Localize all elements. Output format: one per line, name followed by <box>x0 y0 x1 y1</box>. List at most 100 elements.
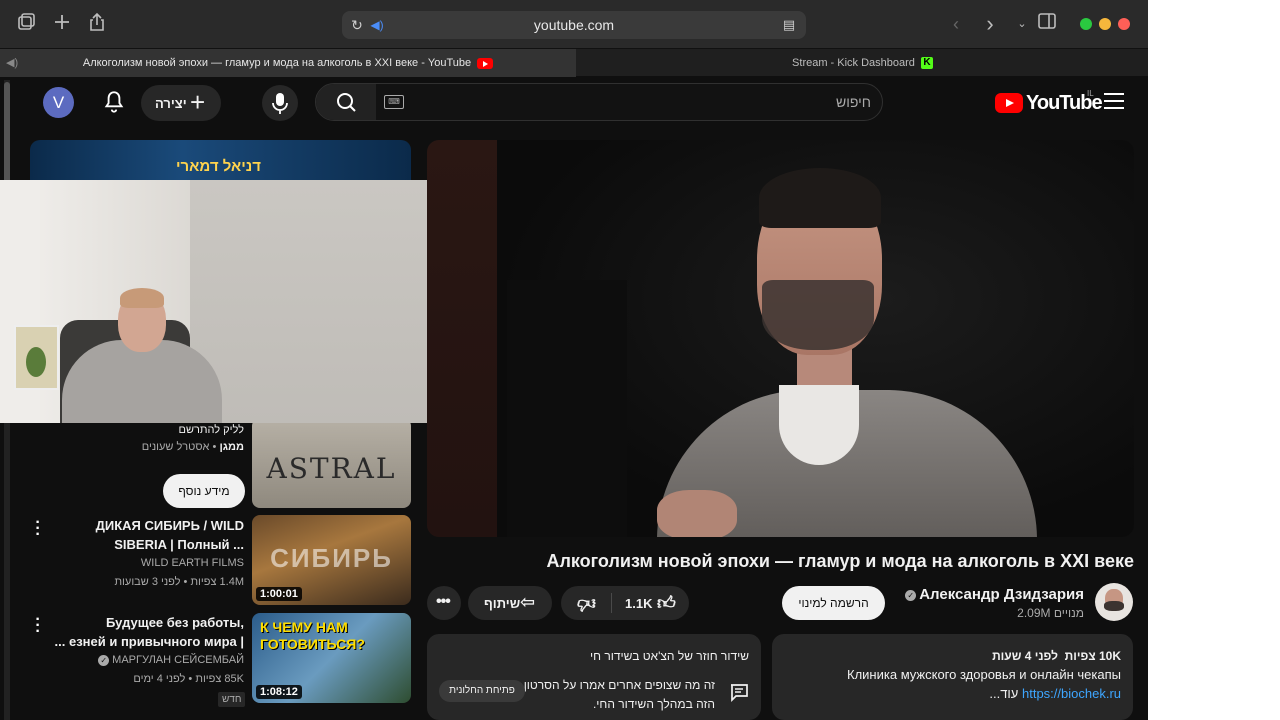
description-age: לפני 4 שעות <box>992 649 1058 663</box>
item-2-duration: 1:08:12 <box>256 685 302 699</box>
menu-icon[interactable] <box>1104 93 1124 111</box>
channel-subscribers: 2.09M מנויים <box>1017 606 1084 620</box>
description-text: Клиника мужского здоровья и онлайн чекап… <box>847 667 1121 682</box>
browser-toolbar: ↻ ◀) youtube.com ▤ ‹ › ⌄ <box>0 0 1148 48</box>
keyboard-icon[interactable]: ⌨ <box>384 95 404 109</box>
chat-replay-title: שידור חוזר של הצ'אט בשידור חי <box>590 649 749 663</box>
item-2-title-line1[interactable]: Будущее без работы, <box>45 613 244 632</box>
plus-icon: + <box>190 87 206 117</box>
speaker-icon[interactable]: ◀) <box>6 49 18 77</box>
subscribe-button[interactable]: הרשמה למינוי <box>782 586 885 620</box>
tab-overview-icon[interactable] <box>14 12 38 36</box>
search-icon <box>337 93 356 112</box>
tab-title: Stream - Kick Dashboard <box>792 57 915 69</box>
description-views: 10K צפיות <box>1064 649 1121 663</box>
item-menu-icon[interactable]: · · · <box>33 515 43 543</box>
address-text: youtube.com <box>533 17 615 33</box>
chat-replay-panel: שידור חוזר של הצ'אט בשידור חי זה מה שצופ… <box>427 634 761 720</box>
video-title: Алкоголизм новой эпохи — гламур и мода н… <box>546 551 1134 571</box>
sidebar-toggle-icon[interactable] <box>1035 12 1059 36</box>
desktop-background <box>1148 0 1280 720</box>
item-2-age: לפני 4 ימים <box>133 673 186 685</box>
description-more[interactable]: ...עוד <box>989 686 1018 701</box>
browser-window: ↻ ◀) youtube.com ▤ ‹ › ⌄ ◀) Алкоголизм н… <box>0 0 1148 720</box>
verified-icon: ✓ <box>905 589 917 601</box>
search-box: ⌨ <box>315 83 883 121</box>
voice-search-button[interactable] <box>262 85 298 121</box>
tab-kick[interactable]: Stream - Kick Dashboard K <box>577 49 1148 77</box>
item-2-title-line2[interactable]: ... езней и привычного мира | <box>45 632 244 651</box>
share-page-icon[interactable] <box>85 12 109 36</box>
ad-thumb-text: ASTRAL <box>266 452 397 485</box>
logo-region: IL <box>1087 89 1094 98</box>
item-menu-icon[interactable]: · · · <box>33 612 43 640</box>
ad-thumbnail[interactable]: ASTRAL <box>252 418 411 508</box>
webcam-overlay <box>0 180 431 423</box>
webcam-poster <box>14 325 59 390</box>
item-1-views: 1.4M צפיות <box>190 576 244 588</box>
item-2-channel[interactable]: ✓ МАРГУЛАН СЕЙСЕМБАЙ <box>45 654 244 666</box>
account-avatar[interactable]: V <box>43 87 74 118</box>
youtube-play-icon <box>995 93 1023 113</box>
description-panel[interactable]: 10K צפיות לפני 4 שעות Клиника мужского з… <box>772 634 1133 720</box>
more-actions-icon: ••• <box>436 593 451 610</box>
item-1-stats: 1.4M צפיות • לפני 3 שבועות <box>114 576 244 588</box>
channel-name[interactable]: ✓ Александр Дзидзария <box>900 586 1084 603</box>
youtube-favicon-icon <box>477 57 494 69</box>
item-1-age: לפני 3 שבועות <box>114 576 181 588</box>
tab-youtube[interactable]: ◀) Алкоголизм новой эпохи — гламур и мод… <box>0 49 576 77</box>
description-link-line: ...עוד https://biochek.ru <box>989 686 1121 701</box>
youtube-header: V יצירה + ⌨ YouTube IL <box>0 77 1148 129</box>
chat-replay-body: זה מה שצופים אחרים אמרו על הסרטון הזה במ… <box>523 678 715 711</box>
chat-icon <box>727 680 751 704</box>
dislike-icon[interactable]: 👍︎ <box>577 593 596 615</box>
search-button[interactable] <box>316 84 376 120</box>
back-icon[interactable]: ‹ <box>944 12 968 36</box>
banner-text: דניאל דמארי <box>176 158 261 175</box>
chevron-down-icon[interactable]: ⌄ <box>1010 12 1034 36</box>
channel-avatar[interactable] <box>1095 583 1133 621</box>
share-button[interactable]: שיתוף ⇦ <box>468 586 552 620</box>
verified-icon: ✓ <box>98 654 110 666</box>
window-close-button[interactable] <box>1118 18 1130 30</box>
item-2-channel-name: МАРГУЛАН СЕЙСЕМБАЙ <box>112 654 244 666</box>
window-zoom-button[interactable] <box>1080 18 1092 30</box>
ad-title-tail[interactable]: לליק להתרשם <box>120 424 245 436</box>
item-1-thumbnail[interactable]: СИБИРЬ 1:00:01 <box>252 515 411 605</box>
sidebar-banner-ad[interactable]: דניאל דמארי <box>30 140 411 185</box>
description-link[interactable]: https://biochek.ru <box>1022 686 1121 701</box>
item-1-title-line2[interactable]: SIBERIA | Полный ... <box>60 535 244 554</box>
new-tab-icon[interactable] <box>50 12 74 36</box>
item-2-stats: 85K צפיות • לפני 4 ימים <box>133 673 244 685</box>
youtube-logo[interactable]: YouTube IL <box>995 89 1103 115</box>
create-button[interactable]: יצירה + <box>141 85 221 121</box>
ad-channel-line: ממגן • אסטרל שעונים <box>141 441 244 453</box>
item-2-thumbnail[interactable]: К ЧЕМУ НАМ ГОТОВИТЬСЯ? 1:08:12 <box>252 613 411 703</box>
item-2-thumb-text: К ЧЕМУ НАМ ГОТОВИТЬСЯ? <box>260 619 365 652</box>
search-input[interactable] <box>416 84 871 120</box>
item-1-title-line1[interactable]: ДИКАЯ СИБИРЬ / WILD <box>60 516 244 535</box>
ad-channel-tag: אסטרל שעונים <box>141 441 210 453</box>
open-chat-button[interactable]: פתיחת החלונית <box>439 680 525 702</box>
address-bar[interactable]: ↻ ◀) youtube.com ▤ <box>342 11 806 39</box>
tab-bar: ◀) Алкоголизм новой эпохи — гламур и мод… <box>0 48 1148 77</box>
item-2-views: 85K צפיות <box>195 673 244 685</box>
notifications-bell-icon[interactable] <box>101 89 127 115</box>
like-count[interactable]: 1.1K <box>625 596 652 611</box>
share-label: שיתוף <box>484 596 521 611</box>
description-meta: 10K צפיות לפני 4 שעות <box>992 649 1121 663</box>
video-player[interactable] <box>427 140 1134 537</box>
like-dislike-group: 👍︎ 1.1K 👍︎ <box>561 586 689 620</box>
create-label: יצירה <box>155 96 187 111</box>
window-minimize-button[interactable] <box>1099 18 1111 30</box>
like-icon[interactable]: 👍︎ <box>657 592 676 614</box>
more-info-button[interactable]: מידע נוסף <box>163 474 245 508</box>
item-1-channel[interactable]: WILD EARTH FILMS <box>60 557 244 569</box>
more-actions-button[interactable]: ••• <box>427 586 461 620</box>
microphone-icon <box>272 93 288 114</box>
reader-icon[interactable]: ▤ <box>778 14 800 36</box>
new-badge: חדש <box>218 692 246 707</box>
item-1-thumb-text: СИБИРЬ <box>270 543 393 573</box>
share-icon: ⇦ <box>520 592 536 612</box>
forward-icon[interactable]: › <box>978 12 1002 36</box>
